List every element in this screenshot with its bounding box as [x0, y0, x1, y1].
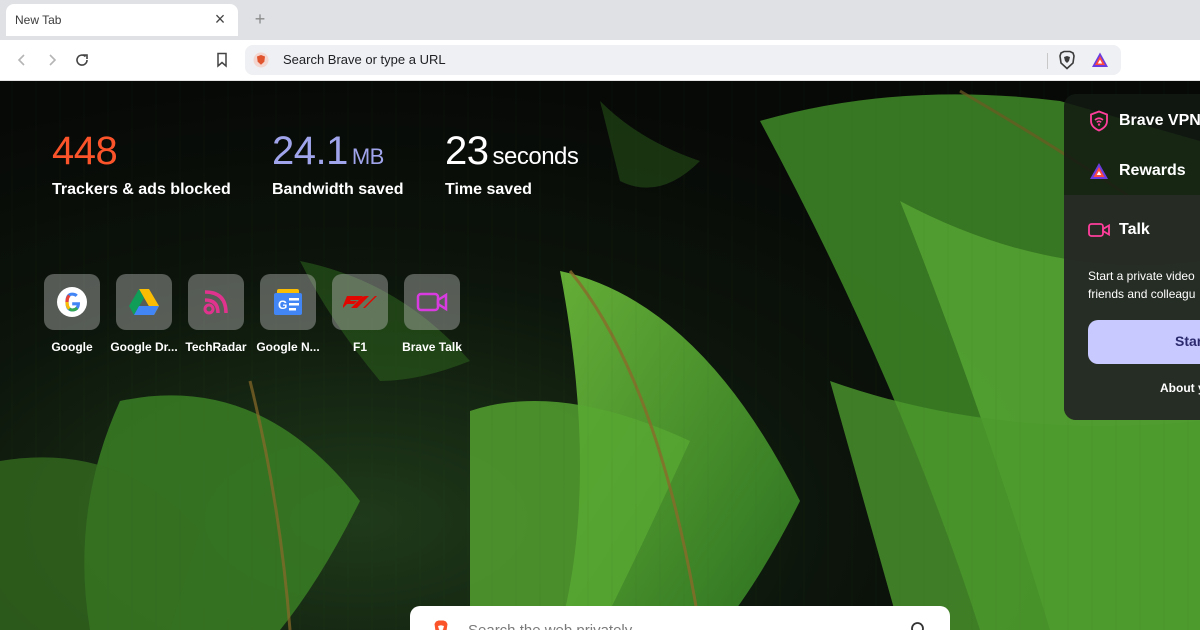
site-shield-icon[interactable] [253, 52, 269, 68]
top-site-google-drive[interactable]: Google Dr... [110, 274, 178, 354]
top-site-label: Google N... [256, 340, 320, 354]
google-icon [57, 287, 87, 317]
google-news-icon: G [274, 289, 302, 315]
search-placeholder: Search the web privately [468, 622, 632, 630]
time-unit: seconds [492, 143, 579, 170]
f1-icon [343, 296, 377, 308]
talk-title: Talk [1119, 221, 1150, 238]
widget-brave-vpn[interactable]: Brave VPN [1064, 94, 1200, 144]
google-drive-icon [129, 289, 159, 315]
top-site-label: Brave Talk [402, 340, 462, 354]
forward-arrow-icon[interactable] [41, 49, 63, 71]
top-site-brave-talk[interactable]: Brave Talk [402, 274, 462, 354]
about-link[interactable]: About y [1160, 381, 1200, 395]
top-site-f1[interactable]: F1 [332, 274, 388, 354]
back-arrow-icon[interactable] [11, 49, 33, 71]
talk-description-line: Start a private video [1088, 269, 1195, 283]
top-site-techradar[interactable]: TechRadar [185, 274, 247, 354]
trackers-label: Trackers & ads blocked [52, 181, 231, 198]
start-call-button[interactable]: Star [1088, 320, 1200, 364]
top-site-label: Google [51, 340, 93, 354]
top-site-tile[interactable] [332, 274, 388, 330]
top-site-label: F1 [352, 340, 367, 354]
top-site-tile[interactable]: G [260, 274, 316, 330]
omnibox-placeholder: Search Brave or type a URL [283, 52, 446, 67]
top-site-tile[interactable] [116, 274, 172, 330]
vpn-shield-icon [1090, 110, 1108, 132]
tab-new-tab[interactable]: New Tab × [6, 4, 238, 36]
search-icon[interactable] [910, 621, 928, 630]
brave-widgets-panel: Brave VPN Rewards Talk Start a private v… [1064, 94, 1200, 420]
toolbar: Search Brave or type a URL [0, 40, 1200, 81]
vpn-title: Brave VPN [1119, 112, 1200, 129]
time-number: 23 [445, 129, 489, 173]
top-site-tile[interactable] [44, 274, 100, 330]
reload-icon[interactable] [71, 49, 93, 71]
bandwidth-label: Bandwidth saved [272, 181, 404, 198]
talk-description-line: friends and colleagu [1088, 287, 1196, 301]
stat-trackers: 448 Trackers & ads blocked [52, 129, 231, 198]
close-tab-icon[interactable]: × [210, 9, 230, 29]
top-site-google-news[interactable]: G Google N... [256, 274, 320, 354]
omnibox[interactable]: Search Brave or type a URL [245, 45, 1121, 75]
new-tab-page: 448 Trackers & ads blocked 24.1 MB Bandwi… [0, 81, 1200, 630]
brave-search-logo-icon [434, 620, 448, 630]
tab-title: New Tab [15, 13, 62, 27]
rewards-triangle-icon [1090, 163, 1108, 179]
new-tab-plus-icon[interactable]: + [250, 9, 270, 29]
top-site-label: Google Dr... [110, 340, 178, 354]
bandwidth-unit: MB [351, 144, 385, 169]
brave-talk-icon [416, 292, 448, 312]
bandwidth-number: 24.1 [272, 129, 348, 173]
web-search-box[interactable]: Search the web privately [410, 606, 950, 630]
fern-background-image [0, 81, 1200, 630]
svg-text:G: G [278, 298, 287, 312]
rewards-title: Rewards [1119, 162, 1186, 179]
techradar-icon [203, 290, 228, 315]
trackers-count: 448 [52, 129, 118, 173]
widget-brave-talk: Talk Start a private video friends and c… [1064, 195, 1200, 420]
top-site-label: TechRadar [185, 340, 247, 354]
talk-camera-icon [1088, 223, 1110, 237]
talk-description: Start a private video friends and collea… [1088, 267, 1200, 303]
brave-rewards-icon[interactable] [1091, 51, 1109, 69]
time-value: 23 seconds [445, 129, 579, 179]
bandwidth-value: 24.1 MB [272, 129, 384, 179]
widget-rewards[interactable]: Rewards [1064, 144, 1200, 194]
stat-bandwidth: 24.1 MB Bandwidth saved [272, 129, 404, 198]
bookmark-icon[interactable] [211, 49, 233, 71]
start-call-label: Star [1175, 333, 1200, 349]
tab-strip: New Tab × + [0, 0, 1200, 40]
top-site-tile[interactable] [188, 274, 244, 330]
brave-shields-lion-icon[interactable] [1057, 50, 1077, 70]
stat-time: 23 seconds Time saved [445, 129, 579, 198]
time-label: Time saved [445, 181, 532, 198]
omnibox-divider [1047, 53, 1048, 69]
top-site-google[interactable]: Google [44, 274, 100, 354]
top-site-tile[interactable] [404, 274, 460, 330]
